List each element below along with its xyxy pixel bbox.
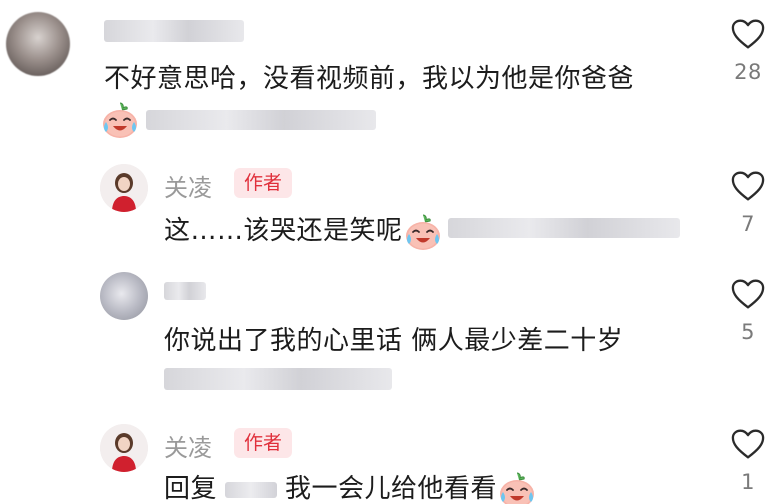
author-name[interactable]: 关凌 <box>164 168 212 203</box>
author-badge: 作者 <box>234 428 293 458</box>
comment-meta-masked <box>146 110 376 130</box>
comment-item: 你说出了我的心里话 俩人最少差二十岁 5 <box>0 260 768 410</box>
comment-text: 你说出了我的心里话 俩人最少差二十岁 <box>164 326 624 356</box>
crying-laughing-emoji-icon <box>497 470 537 504</box>
comment-text: 不好意思哈，没看视频前，我以为他是你爸爸 <box>104 64 635 94</box>
heart-outline-icon[interactable] <box>730 18 766 50</box>
comment-meta-masked <box>448 218 680 238</box>
like-count: 7 <box>741 212 755 236</box>
comment-meta-masked <box>164 368 392 390</box>
reply-target-masked[interactable] <box>225 481 278 498</box>
like-count: 1 <box>741 470 755 494</box>
avatar[interactable] <box>6 12 70 76</box>
heart-outline-icon[interactable] <box>730 428 766 460</box>
author-name[interactable]: 关凌 <box>164 428 212 463</box>
avatar[interactable] <box>100 424 148 472</box>
heart-outline-icon[interactable] <box>730 170 766 202</box>
comment-text: 这……该哭还是笑呢 <box>164 210 443 252</box>
username-masked[interactable] <box>164 282 206 300</box>
username-masked[interactable] <box>104 20 244 42</box>
like-button[interactable]: 7 <box>718 170 768 236</box>
crying-laughing-emoji-icon <box>100 100 140 140</box>
comment-item: 关凌 作者 这……该哭还是笑呢 7 <box>0 150 768 260</box>
like-button[interactable]: 5 <box>718 278 768 344</box>
heart-outline-icon[interactable] <box>730 278 766 310</box>
comment-text: 回复 我一会儿给他看看 <box>164 468 537 504</box>
author-badge: 作者 <box>234 168 293 198</box>
reply-prefix: 回复 <box>164 474 218 504</box>
like-button[interactable]: 28 <box>718 18 768 84</box>
comment-item: 关凌 作者 回复 我一会儿给他看看 1 <box>0 410 768 504</box>
like-count: 5 <box>741 320 755 344</box>
avatar[interactable] <box>100 272 148 320</box>
comment-text-content: 这……该哭还是笑呢 <box>164 216 403 246</box>
comment-text-content: 我一会儿给他看看 <box>285 474 498 504</box>
like-count: 28 <box>734 60 762 84</box>
crying-laughing-emoji-icon <box>403 212 443 252</box>
comment-item: 不好意思哈，没看视频前，我以为他是你爸爸 28 <box>0 0 768 150</box>
like-button[interactable]: 1 <box>718 428 768 494</box>
avatar[interactable] <box>100 164 148 212</box>
